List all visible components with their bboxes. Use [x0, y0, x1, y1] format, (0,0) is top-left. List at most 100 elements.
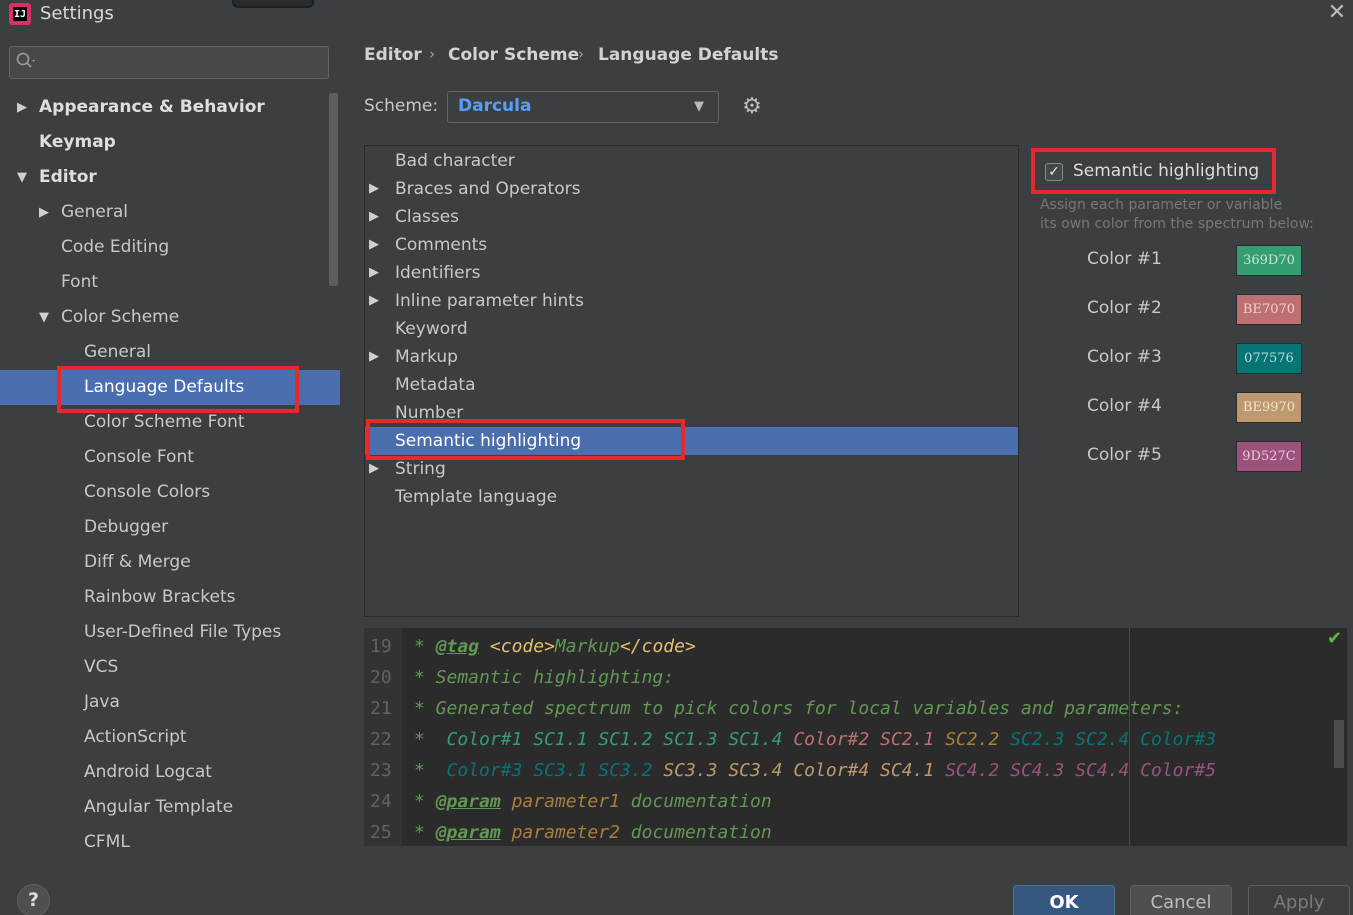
color-label: Color #1: [1087, 249, 1162, 269]
tree-item-template-language[interactable]: Template language: [365, 483, 1018, 511]
breadcrumb-language-defaults: Language Defaults: [598, 45, 779, 65]
code-line: * Generated spectrum to pick colors for …: [414, 698, 1183, 719]
sidebar-item-label: CFML: [84, 832, 130, 852]
search-input[interactable]: [9, 46, 329, 79]
color-swatch[interactable]: BE9970: [1236, 392, 1302, 423]
sidebar-item-console-colors[interactable]: Console Colors: [0, 475, 340, 510]
sidebar-item-android-logcat[interactable]: Android Logcat: [0, 755, 340, 790]
tree-item-metadata[interactable]: Metadata: [365, 371, 1018, 399]
code-token: *: [414, 636, 436, 657]
sidebar-item-rainbow-brackets[interactable]: Rainbow Brackets: [0, 580, 340, 615]
tree-item-label: Identifiers: [395, 263, 481, 283]
code-token: SC4.1: [880, 760, 935, 781]
chevron-right-icon[interactable]: ▶: [39, 195, 49, 230]
breadcrumb-color-scheme[interactable]: Color Scheme: [448, 45, 579, 65]
code-token: Markup: [554, 636, 620, 657]
chevron-right-icon[interactable]: ▶: [17, 90, 27, 125]
preview-scrollbar[interactable]: [1334, 720, 1344, 768]
chevron-right-icon[interactable]: ▶: [369, 287, 379, 315]
checkmark-icon: ✔: [1327, 628, 1343, 649]
chevron-right-icon[interactable]: ▶: [369, 175, 379, 203]
color-swatch[interactable]: 369D70: [1236, 245, 1302, 276]
sidebar-item-label: Keymap: [39, 132, 116, 152]
line-number: 21: [370, 698, 392, 719]
breadcrumb-editor[interactable]: Editor: [364, 45, 422, 65]
sidebar-item-font[interactable]: Font: [0, 265, 340, 300]
code-token: * Generated spectrum to pick colors for …: [414, 698, 1184, 719]
cancel-button[interactable]: Cancel: [1130, 885, 1232, 915]
sidebar-item-general[interactable]: ▶ General: [0, 195, 340, 230]
sidebar-item-vcs[interactable]: VCS: [0, 650, 340, 685]
code-token: SC2.2: [945, 729, 1000, 750]
sidebar-item-angular-template[interactable]: Angular Template: [0, 790, 340, 825]
search-icon[interactable]: [16, 52, 40, 72]
tree-item-identifiers[interactable]: ▶ Identifiers: [365, 259, 1018, 287]
highlight-box: [1031, 148, 1276, 194]
sidebar-item-diff-merge[interactable]: Diff & Merge: [0, 545, 340, 580]
sidebar-item-actionscript[interactable]: ActionScript: [0, 720, 340, 755]
sidebar-scrollbar[interactable]: [329, 93, 338, 286]
chevron-right-icon[interactable]: ▶: [369, 343, 379, 371]
close-icon[interactable]: ✕: [1325, 2, 1349, 26]
chevron-down-icon[interactable]: ▼: [17, 160, 27, 195]
code-token: Color#1: [446, 729, 523, 750]
code-token: SC1.4: [728, 729, 783, 750]
sidebar-item-general[interactable]: General: [0, 335, 340, 370]
tree-item-braces-and-operators[interactable]: ▶ Braces and Operators: [365, 175, 1018, 203]
sidebar-item-appearance-behavior[interactable]: ▶ Appearance & Behavior: [0, 90, 340, 125]
ok-button[interactable]: OK: [1013, 885, 1115, 915]
breadcrumb-separator: ›: [578, 45, 584, 63]
tree-item-inline-parameter-hints[interactable]: ▶ Inline parameter hints: [365, 287, 1018, 315]
apply-button[interactable]: Apply: [1248, 885, 1350, 915]
code-token: </code>: [619, 636, 696, 657]
tree-item-comments[interactable]: ▶ Comments: [365, 231, 1018, 259]
chevron-right-icon[interactable]: ▶: [369, 203, 379, 231]
color-swatch[interactable]: 077576: [1236, 343, 1302, 374]
sidebar-item-color-scheme[interactable]: ▼ Color Scheme: [0, 300, 340, 335]
semantic-hint: its own color from the spectrum below:: [1040, 216, 1314, 232]
color-swatch[interactable]: 9D527C: [1236, 441, 1302, 472]
sidebar-item-label: Rainbow Brackets: [84, 587, 236, 607]
code-line: * Semantic highlighting:: [414, 667, 674, 688]
tree-item-keyword[interactable]: Keyword: [365, 315, 1018, 343]
help-button[interactable]: ?: [17, 884, 50, 915]
sidebar-item-editor[interactable]: ▼ Editor: [0, 160, 340, 195]
breadcrumb-separator: ›: [429, 45, 435, 63]
color-swatch[interactable]: BE7070: [1236, 294, 1302, 325]
tree-item-label: Markup: [395, 347, 458, 367]
tree-item-classes[interactable]: ▶ Classes: [365, 203, 1018, 231]
sidebar-item-cfml[interactable]: CFML: [0, 825, 340, 860]
chevron-down-icon[interactable]: ▼: [694, 99, 704, 114]
code-preview[interactable]: 19 * @tag <code>Markup</code> 20 * Semantic…: [364, 628, 1347, 846]
chevron-down-icon[interactable]: ▼: [39, 300, 49, 335]
chevron-right-icon[interactable]: ▶: [369, 259, 379, 287]
tree-item-label: Comments: [395, 235, 488, 255]
sidebar-item-user-defined-file-types[interactable]: User-Defined File Types: [0, 615, 340, 650]
color-label: Color #4: [1087, 396, 1162, 416]
code-token: SC4.3: [1010, 760, 1065, 781]
code-token: Color#3: [446, 760, 523, 781]
sidebar-item-keymap[interactable]: Keymap: [0, 125, 340, 160]
code-token: SC3.2: [598, 760, 653, 781]
sidebar-item-code-editing[interactable]: Code Editing: [0, 230, 340, 265]
code-token: *: [414, 791, 436, 812]
tree-item-bad-character[interactable]: Bad character: [365, 147, 1018, 175]
tree-item-markup[interactable]: ▶ Markup: [365, 343, 1018, 371]
scheme-value[interactable]: Darcula: [458, 96, 531, 116]
sidebar-item-debugger[interactable]: Debugger: [0, 510, 340, 545]
code-token: documentation: [619, 822, 772, 843]
code-token: @tag: [435, 636, 480, 657]
sidebar-item-label: Angular Template: [84, 797, 234, 817]
right-margin-guide: [1129, 628, 1130, 846]
sidebar-item-console-font[interactable]: Console Font: [0, 440, 340, 475]
sidebar-item-java[interactable]: Java: [0, 685, 340, 720]
chevron-right-icon[interactable]: ▶: [369, 231, 379, 259]
gear-icon[interactable]: ⚙: [739, 94, 765, 120]
